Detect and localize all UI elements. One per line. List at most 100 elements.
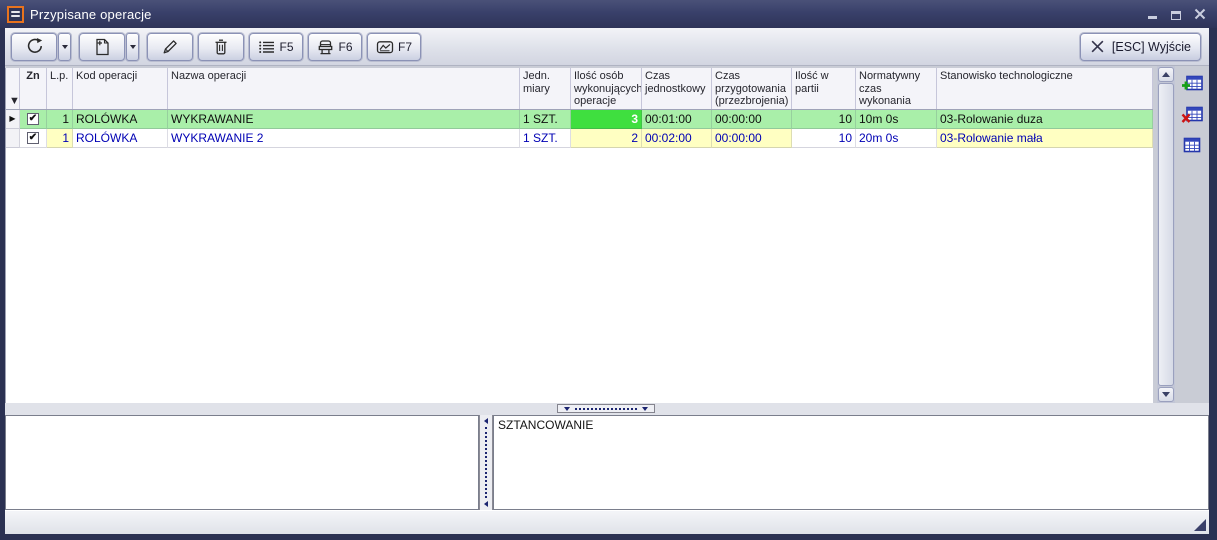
vertical-scrollbar[interactable] xyxy=(1157,66,1175,403)
column-header-jedn-miary[interactable]: Jedn. miary xyxy=(520,68,571,109)
scroll-down-button[interactable] xyxy=(1158,387,1174,402)
close-x-icon xyxy=(1090,39,1105,54)
note-field-left[interactable] xyxy=(5,415,479,510)
close-icon xyxy=(1194,8,1206,20)
chevron-down-icon xyxy=(62,45,68,49)
window-title: Przypisane operacje xyxy=(30,7,152,22)
app-logo-icon xyxy=(7,6,24,23)
status-bar xyxy=(5,510,1209,534)
cell-stanowisko[interactable]: 03-Rolowanie duza xyxy=(937,110,1153,129)
column-header-czas-jednostkowy[interactable]: Czas jednostkowy xyxy=(642,68,712,109)
f5-label: F5 xyxy=(279,40,293,54)
grid-area: ▼ Zn L.p. Kod operacji Nazwa operacji Je… xyxy=(5,66,1157,403)
splitter-dots xyxy=(575,408,637,410)
maximize-icon xyxy=(1171,11,1181,20)
column-header-ilosc-osob[interactable]: Ilość osób wykonujących operacje xyxy=(571,68,642,109)
exit-label: [ESC] Wyjście xyxy=(1112,40,1191,54)
cell-zn: ✔ xyxy=(20,129,47,148)
add-dropdown-button[interactable] xyxy=(126,33,139,61)
cell-kod-operacji[interactable]: ROLÓWKA xyxy=(73,110,168,129)
note-field-right[interactable]: SZTANCOWANIE xyxy=(493,415,1209,510)
resize-grip[interactable] xyxy=(1194,519,1206,531)
collapse-down-icon xyxy=(642,407,648,411)
cell-normatywny-czas[interactable]: 10m 0s xyxy=(856,110,937,129)
app-window: Przypisane operacje xyxy=(0,0,1217,540)
minimize-icon xyxy=(1148,16,1157,19)
edit-button[interactable] xyxy=(147,33,193,61)
refresh-icon xyxy=(25,37,44,56)
cell-ilosc-osob-selected[interactable]: 3 xyxy=(571,110,642,129)
cell-jedn-miary[interactable]: 1 SZT. xyxy=(520,129,571,148)
pencil-icon xyxy=(161,38,179,56)
table-add-button[interactable] xyxy=(1181,75,1203,93)
cell-nazwa-operacji[interactable]: WYKRAWANIE 2 xyxy=(168,129,520,148)
titlebar: Przypisane operacje xyxy=(0,0,1217,28)
cell-stanowisko[interactable]: 03-Rolowanie mała xyxy=(937,129,1153,148)
collapse-left-icon xyxy=(484,501,488,507)
workstation-f6-button[interactable]: F6 xyxy=(308,33,362,61)
column-header-stanowisko[interactable]: Stanowisko technologiczne xyxy=(937,68,1153,109)
add-button[interactable] xyxy=(79,33,125,61)
list-f5-button[interactable]: F5 xyxy=(249,33,303,61)
column-header-lp[interactable]: L.p. xyxy=(47,68,73,109)
table-view-button[interactable] xyxy=(1181,137,1203,155)
zn-checkbox[interactable]: ✔ xyxy=(27,132,39,144)
refresh-dropdown-button[interactable] xyxy=(58,33,71,61)
list-icon xyxy=(258,39,275,55)
row-indicator-empty xyxy=(6,129,20,148)
cell-czas-przygotowania[interactable]: 00:00:00 xyxy=(712,110,792,129)
cell-ilosc-w-partii[interactable]: 10 xyxy=(792,129,856,148)
side-toolbar xyxy=(1175,66,1209,403)
horizontal-splitter[interactable] xyxy=(5,403,1209,415)
new-document-icon xyxy=(93,38,111,56)
column-header-nazwa-operacji[interactable]: Nazwa operacji xyxy=(168,68,520,109)
scrollbar-thumb[interactable] xyxy=(1158,83,1174,386)
minimize-button[interactable] xyxy=(1145,8,1159,20)
f7-label: F7 xyxy=(398,40,412,54)
f6-label: F6 xyxy=(338,40,352,54)
filter-button[interactable]: ▼ xyxy=(6,68,20,109)
machine-icon xyxy=(317,39,334,55)
chart-f7-button[interactable]: F7 xyxy=(367,33,421,61)
grid-empty-area xyxy=(6,148,1153,403)
column-header-normatywny-czas[interactable]: Normatywny czas wykonania partii xyxy=(856,68,937,109)
cell-nazwa-operacji[interactable]: WYKRAWANIE xyxy=(168,110,520,129)
maximize-button[interactable] xyxy=(1169,8,1183,20)
splitter-collapse-handle[interactable] xyxy=(557,404,655,413)
vertical-splitter[interactable] xyxy=(479,415,493,510)
scroll-up-button[interactable] xyxy=(1158,67,1174,82)
cell-normatywny-czas[interactable]: 20m 0s xyxy=(856,129,937,148)
cell-czas-jednostkowy[interactable]: 00:02:00 xyxy=(642,129,712,148)
close-button[interactable] xyxy=(1193,8,1207,20)
cell-kod-operacji[interactable]: ROLÓWKA xyxy=(73,129,168,148)
cell-ilosc-osob[interactable]: 2 xyxy=(571,129,642,148)
column-header-czas-przygotowania[interactable]: Czas przygotowania (przezbrojenia) xyxy=(712,68,792,109)
delete-button[interactable] xyxy=(198,33,244,61)
zn-checkbox[interactable]: ✔ xyxy=(27,113,39,125)
table-delete-button[interactable] xyxy=(1181,106,1203,124)
toolbar: F5 F6 F7 xyxy=(5,28,1209,66)
arrow-up-icon xyxy=(1162,72,1170,77)
column-header-zn[interactable]: Zn xyxy=(20,68,47,109)
cell-jedn-miary[interactable]: 1 SZT. xyxy=(520,110,571,129)
row-indicator-icon: ▶ xyxy=(6,110,20,129)
cell-ilosc-w-partii[interactable]: 10 xyxy=(792,110,856,129)
column-header-kod-operacji[interactable]: Kod operacji xyxy=(73,68,168,109)
trash-icon xyxy=(212,38,230,56)
chevron-down-icon xyxy=(130,45,136,49)
table-row[interactable]: ✔ 1 ROLÓWKA WYKRAWANIE 2 1 SZT. 2 00:02:… xyxy=(6,129,1153,148)
collapse-left-icon xyxy=(484,418,488,424)
column-header-ilosc-w-partii[interactable]: Ilość w partii xyxy=(792,68,856,109)
refresh-button[interactable] xyxy=(11,33,57,61)
chart-icon xyxy=(376,39,394,55)
cell-czas-przygotowania[interactable]: 00:00:00 xyxy=(712,129,792,148)
arrow-down-icon xyxy=(1162,392,1170,397)
cell-lp[interactable]: 1 xyxy=(47,110,73,129)
collapse-down-icon xyxy=(564,407,570,411)
operations-grid: ▼ Zn L.p. Kod operacji Nazwa operacji Je… xyxy=(5,68,1153,403)
cell-czas-jednostkowy[interactable]: 00:01:00 xyxy=(642,110,712,129)
cell-zn: ✔ xyxy=(20,110,47,129)
cell-lp[interactable]: 1 xyxy=(47,129,73,148)
table-row[interactable]: ▶ ✔ 1 ROLÓWKA WYKRAWANIE 1 SZT. 3 00:01:… xyxy=(6,110,1153,129)
exit-button[interactable]: [ESC] Wyjście xyxy=(1080,33,1201,61)
